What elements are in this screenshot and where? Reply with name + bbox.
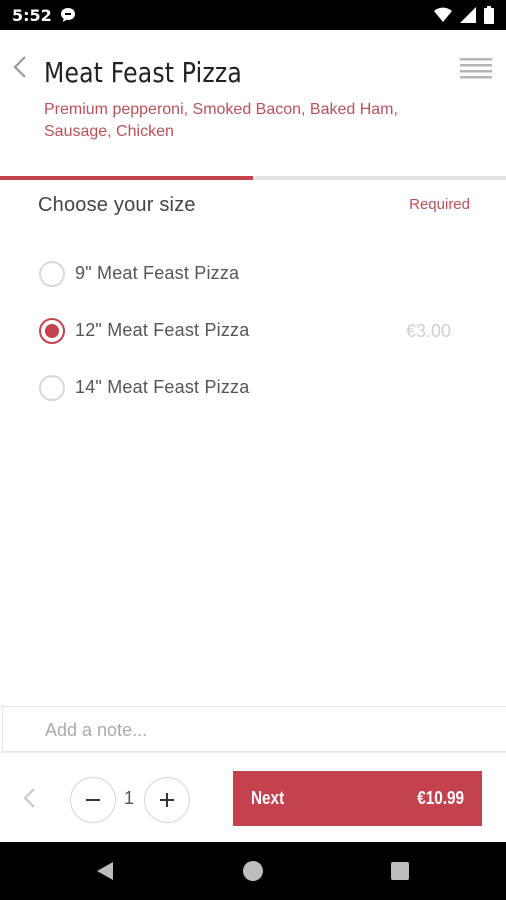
step-progress-fill bbox=[0, 176, 253, 180]
back-chevron-icon[interactable] bbox=[8, 52, 30, 82]
radio-button-selected[interactable] bbox=[39, 318, 65, 344]
size-option-14[interactable]: 14" Meat Feast Pizza bbox=[0, 359, 506, 416]
cellular-signal-icon bbox=[460, 7, 476, 23]
size-option-label: 9" Meat Feast Pizza bbox=[75, 263, 240, 283]
nav-recents-icon[interactable] bbox=[391, 862, 409, 880]
wifi-icon bbox=[434, 7, 452, 22]
next-button[interactable]: Next €10.99 bbox=[233, 771, 482, 826]
radio-button[interactable] bbox=[39, 375, 65, 401]
previous-step-icon[interactable] bbox=[18, 783, 40, 813]
chat-notification-icon bbox=[61, 8, 75, 22]
size-option-9[interactable]: 9" Meat Feast Pizza bbox=[0, 245, 506, 302]
system-icons bbox=[434, 6, 494, 24]
order-total: €10.99 bbox=[417, 788, 464, 808]
nav-home-icon[interactable] bbox=[243, 861, 263, 881]
quantity-value: 1 bbox=[123, 788, 134, 808]
nav-back-icon[interactable] bbox=[96, 861, 114, 881]
product-header: Meat Feast Pizza Premium pepperoni, Smok… bbox=[0, 30, 506, 178]
next-button-label: Next bbox=[251, 788, 285, 808]
status-bar: 5:52 bbox=[0, 0, 506, 30]
page-title: Meat Feast Pizza bbox=[44, 56, 242, 89]
system-navigation-bar bbox=[0, 842, 506, 900]
increase-quantity-button[interactable] bbox=[144, 777, 190, 823]
plus-icon bbox=[160, 793, 174, 807]
section-title: Choose your size bbox=[38, 194, 196, 216]
size-option-label: 12" Meat Feast Pizza bbox=[75, 320, 250, 340]
battery-icon bbox=[484, 6, 494, 24]
status-time: 5:52 bbox=[12, 6, 52, 25]
minus-icon bbox=[86, 799, 100, 801]
size-option-12[interactable]: 12" Meat Feast Pizza €3.00 bbox=[0, 302, 506, 359]
decrease-quantity-button[interactable] bbox=[70, 777, 116, 823]
required-label: Required bbox=[409, 196, 470, 213]
size-options: 9" Meat Feast Pizza 12" Meat Feast Pizza… bbox=[0, 245, 506, 416]
size-option-price: €3.00 bbox=[405, 321, 451, 341]
order-action-bar: 1 Next €10.99 bbox=[0, 752, 506, 842]
menu-icon[interactable] bbox=[460, 56, 492, 80]
step-progress-bar bbox=[0, 176, 506, 180]
size-option-label: 14" Meat Feast Pizza bbox=[75, 377, 250, 397]
radio-button[interactable] bbox=[39, 261, 65, 287]
product-description: Premium pepperoni, Smoked Bacon, Baked H… bbox=[44, 101, 398, 140]
note-input[interactable] bbox=[45, 717, 485, 743]
note-container bbox=[2, 706, 506, 752]
